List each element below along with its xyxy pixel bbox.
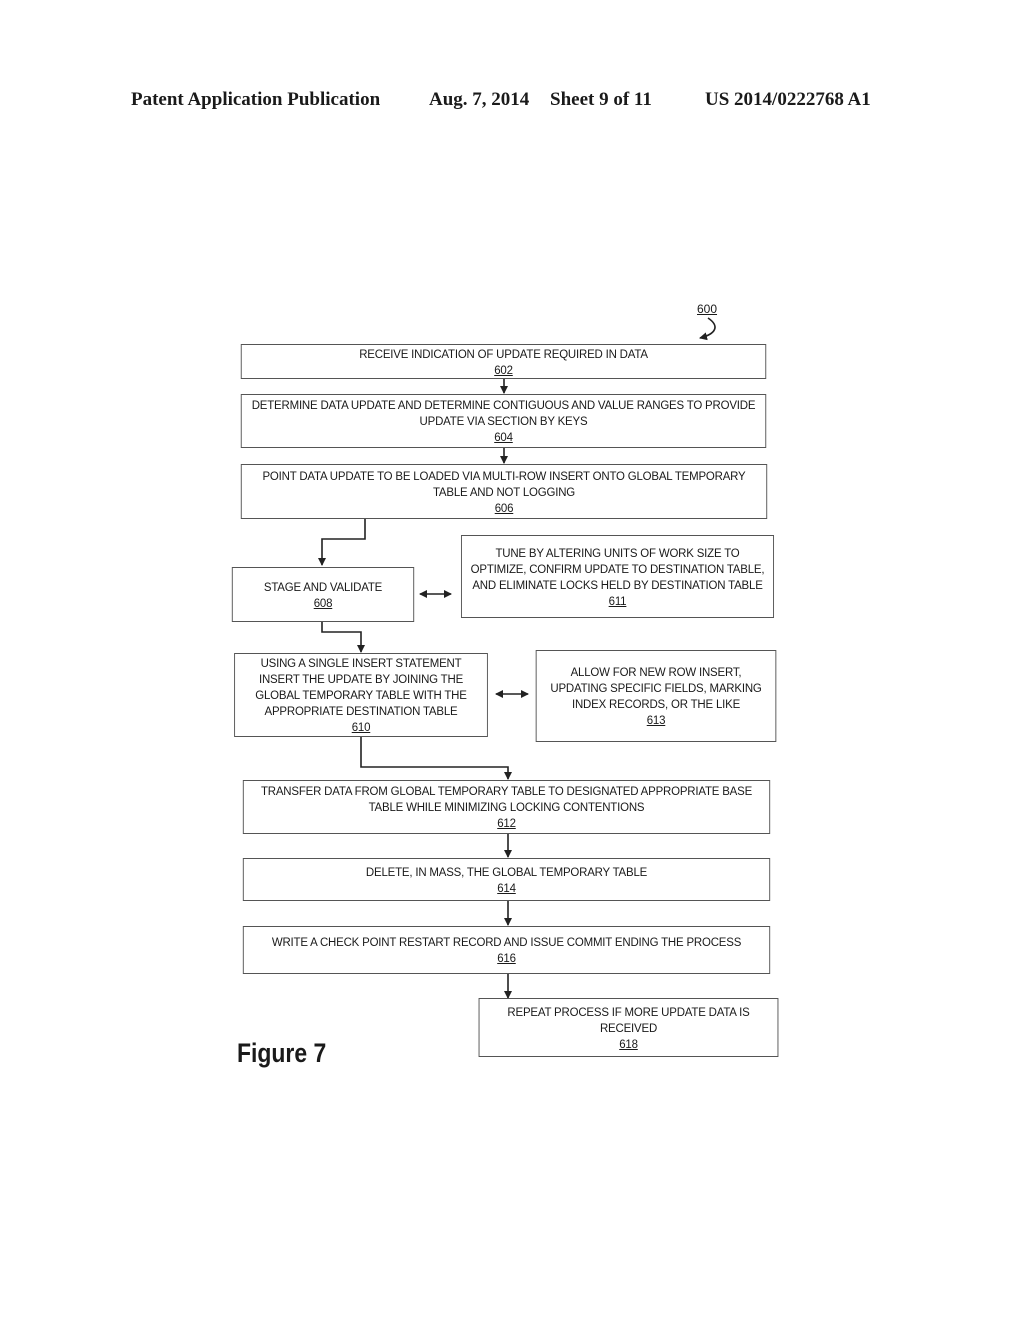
connectors [318, 317, 716, 999]
step-604: DETERMINE DATA UPDATE AND DETERMINE CONT… [240, 394, 767, 448]
step-ref: 606 [494, 500, 514, 515]
connector-608-610 [321, 621, 365, 653]
step-618: REPEAT PROCESS IF MORE UPDATE DATA IS RE… [478, 998, 779, 1057]
step-606: POINT DATA UPDATE TO BE LOADED VIA MULTI… [240, 464, 768, 519]
step-610: USING A SINGLE INSERT STATEMENT INSERT T… [234, 653, 488, 737]
step-text: TUNE BY ALTERING UNITS OF WORK SIZE TO O… [470, 545, 765, 592]
step-text: WRITE A CHECK POINT RESTART RECORD AND I… [271, 935, 742, 949]
ref-pointer [699, 317, 716, 341]
step-608: STAGE AND VALIDATE 608 [231, 567, 415, 622]
step-ref: 604 [494, 430, 513, 444]
step-ref: 612 [497, 816, 516, 830]
step-ref: 610 [351, 720, 371, 734]
step-text: DETERMINE DATA UPDATE AND DETERMINE CONT… [251, 398, 756, 428]
step-text: POINT DATA UPDATE TO BE LOADED VIA MULTI… [262, 468, 746, 499]
step-ref: 614 [497, 880, 516, 895]
step-text: ALLOW FOR NEW ROW INSERT, UPDATING SPECI… [550, 665, 762, 711]
step-613: ALLOW FOR NEW ROW INSERT, UPDATING SPECI… [535, 650, 777, 742]
step-ref: 602 [494, 362, 513, 377]
step-616: WRITE A CHECK POINT RESTART RECORD AND I… [242, 926, 771, 974]
step-612: TRANSFER DATA FROM GLOBAL TEMPORARY TABL… [242, 780, 771, 834]
figure-label: Figure 7 [237, 1038, 327, 1068]
step-ref: 613 [646, 713, 666, 727]
step-ref: 611 [608, 593, 627, 608]
step-text: TRANSFER DATA FROM GLOBAL TEMPORARY TABL… [260, 784, 753, 814]
step-ref: 616 [497, 951, 516, 965]
step-611: TUNE BY ALTERING UNITS OF WORK SIZE TO O… [460, 535, 775, 618]
step-text: RECEIVE INDICATION OF UPDATE REQUIRED IN… [359, 346, 648, 361]
step-text: STAGE AND VALIDATE [263, 579, 383, 594]
step-ref: 618 [619, 1036, 638, 1051]
step-ref: 608 [313, 595, 333, 610]
connector-610-612 [360, 737, 512, 780]
step-text: REPEAT PROCESS IF MORE UPDATE DATA IS RE… [507, 1004, 750, 1035]
step-text: USING A SINGLE INSERT STATEMENT INSERT T… [255, 656, 467, 718]
connector-606-608 [318, 519, 366, 566]
step-text: DELETE, IN MASS, THE GLOBAL TEMPORARY TA… [365, 864, 648, 879]
step-614: DELETE, IN MASS, THE GLOBAL TEMPORARY TA… [242, 858, 771, 901]
step-602: RECEIVE INDICATION OF UPDATE REQUIRED IN… [240, 344, 767, 379]
